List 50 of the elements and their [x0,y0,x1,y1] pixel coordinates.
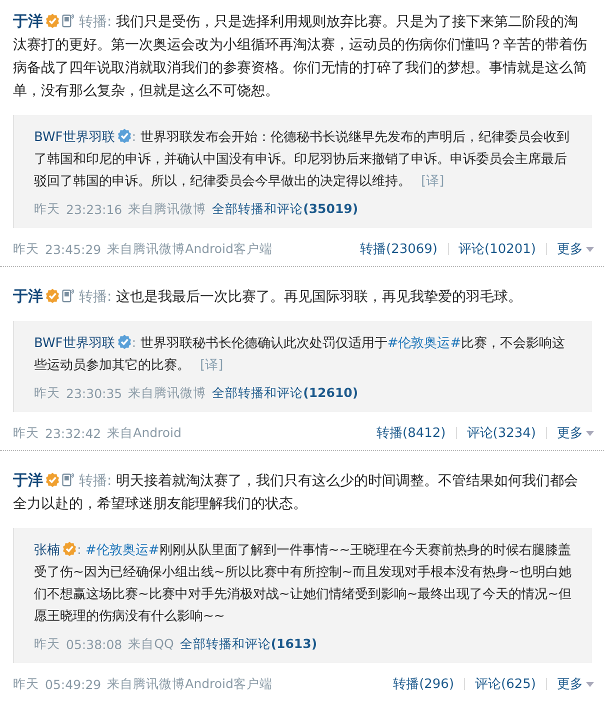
action-link[interactable]: 转播(296) [393,675,454,693]
action-link[interactable]: 转播(8412) [376,424,446,442]
action-link[interactable]: 评论(3234) [466,424,536,442]
post-date: 昨天 [13,676,39,692]
all-reposts-comments-link[interactable]: 全部转播和评论(12610) [212,385,358,402]
post-source: 来自Android [107,424,182,442]
author-link[interactable]: 张楠 [34,543,60,558]
hashtag-link[interactable]: #伦敦奥运# [86,543,160,558]
post-source: 来自腾讯微博 [128,385,206,402]
author-link[interactable]: BWF世界羽联 [34,336,115,351]
post-time: 23:32:42 [45,426,102,440]
post-text: 于洋 转播: 我们只是受伤，只是选择利用规则放弃比赛。只是为了接下来第二阶段的淘汰赛打的更好。第一次奥运会改为小组循环再淘汰赛，运动员的伤病你们懂吗？辛苦的带着伤病备战了四年说取消就取消我们的参赛资格。你们无情的打碎了我们的梦想。事情就是这么简单，没有那么复杂，但就是这么不可饶恕。 [13,11,588,101]
author-link[interactable]: 于洋 [13,12,43,30]
post-source: 来自腾讯微博Android客户端 [107,240,272,258]
action-link[interactable]: 评论(10201) [458,240,536,258]
post-date: 昨天 [13,240,39,258]
post-date: 昨天 [34,385,60,402]
post-time: 05:38:08 [66,637,122,652]
post-source: 来自腾讯微博 [128,201,206,218]
hashtag-link[interactable]: #伦敦奥运# [387,336,462,351]
mobile-phone-icon [61,472,75,487]
post-time: 05:49:29 [45,676,102,692]
all-reposts-comments-link[interactable]: 全部转播和评论(35019) [212,201,358,218]
post-source: 来自QQ [128,636,174,653]
action-link[interactable]: 评论(625) [475,675,536,693]
post-date: 昨天 [34,636,60,653]
author-link[interactable]: 于洋 [13,471,43,489]
quoted-post-text: BWF世界羽联 : 世界羽联秘书长伦德确认此次处罚仅适用于#伦敦奥运#比赛，不会影响这些运动员参加其它的比赛。 [译] [34,333,566,375]
post-text: 于洋 转播: 这也是我最后一次比赛了。再见国际羽联，再见我挚爱的羽毛球。 [13,286,524,307]
post-time: 23:23:16 [66,202,122,217]
mobile-phone-icon [61,13,75,28]
action-link[interactable]: 转播(23069) [360,240,438,258]
quoted-post-text: BWF世界羽联 : 世界羽联发布会开始：伦德秘书长说继早先发布的声明后，纪律委员会收到了韩国和印尼的申诉，并确认中国没有申诉。印尼羽协后来撤销了申诉。申诉委员会主席最后驳回了韩国的申诉。所以，纪律委员会今早做出的决定得以维持。 [译] [34,127,570,191]
more-menu-button[interactable]: 更多 [557,240,594,258]
post-time: 23:45:29 [45,242,102,256]
caret-icon [586,682,594,686]
post-source: 来自腾讯微博Android客户端 [107,676,272,692]
caret-icon [586,246,594,252]
mobile-phone-icon [61,288,75,303]
post-date: 昨天 [13,424,39,442]
more-menu-button[interactable]: 更多 [557,424,594,442]
post-date: 昨天 [34,201,60,218]
all-reposts-comments-link[interactable]: 全部转播和评论(1613) [180,636,318,653]
author-link[interactable]: BWF世界羽联 [34,130,115,145]
post-text: 于洋 转播: 明天接着就淘汰赛了，我们只有这么少的时间调整。不管结果如何我们都会全力以赴的，希望球迷朋友能理解我们的状态。 [13,470,580,514]
post-time: 23:30:35 [66,386,122,401]
caret-icon [586,430,594,436]
quoted-post-text: 张楠 : #伦敦奥运#刚刚从队里面了解到一件事情~~王晓理在今天赛前热身的时候右腿膝盖受了伤~因为已经确保小组出线~所以比赛中有所控制~而且发现对手根本没有热身~也明白她们不想赢这场比赛~比赛中对手先消极对战~让她们情绪受到影响~最终出现了今天的情况~但愿王晓理的伤病没有什么影响~~ [34,540,572,626]
author-link[interactable]: 于洋 [13,287,43,305]
more-menu-button[interactable]: 更多 [557,675,594,693]
